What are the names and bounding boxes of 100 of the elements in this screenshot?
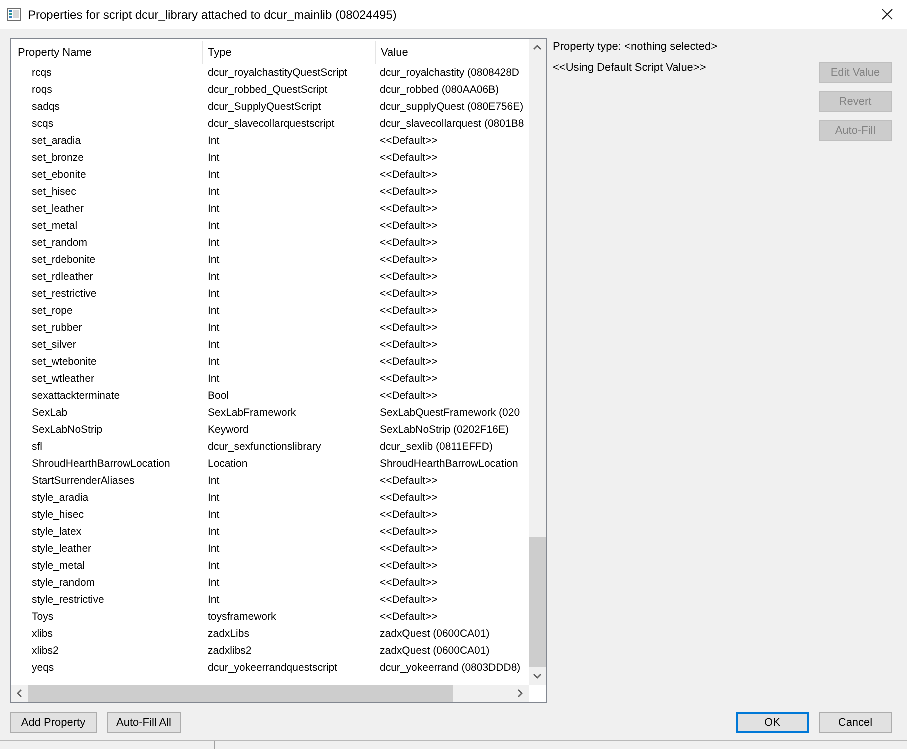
- table-cell: Int: [208, 220, 220, 232]
- table-cell: set_metal: [32, 220, 78, 232]
- table-cell: StartSurrenderAliases: [32, 475, 135, 487]
- table-cell: sadqs: [32, 101, 60, 113]
- table-cell: <<Default>>: [380, 322, 438, 334]
- table-row[interactable]: set_hisec Int <<Default>>: [11, 184, 529, 201]
- table-cell: Int: [208, 288, 220, 300]
- table-row[interactable]: set_rdleather Int <<Default>>: [11, 269, 529, 286]
- table-cell: dcur_robbed_QuestScript: [208, 84, 328, 96]
- table-row[interactable]: set_ebonite Int <<Default>>: [11, 167, 529, 184]
- scrollbar-thumb[interactable]: [28, 685, 453, 702]
- table-cell: <<Default>>: [380, 543, 438, 555]
- table-row[interactable]: sfl dcur_sexfunctionslibrary dcur_sexlib (0811EFFD): [11, 439, 529, 456]
- table-row[interactable]: set_rope Int <<Default>>: [11, 303, 529, 320]
- table-cell: <<Default>>: [380, 203, 438, 215]
- table-row[interactable]: scqs dcur_slavecollarquestscript dcur_slavecollarquest (0801B8: [11, 116, 529, 133]
- column-header[interactable]: Property Name: [11, 41, 203, 64]
- table-cell: Int: [208, 152, 220, 164]
- table-cell: scqs: [32, 118, 54, 130]
- footer-button[interactable]: Auto-Fill All: [107, 712, 181, 733]
- table-row[interactable]: style_random Int <<Default>>: [11, 575, 529, 592]
- table-cell: style_aradia: [32, 492, 89, 504]
- scrollbar-thumb[interactable]: [529, 537, 546, 667]
- table-row[interactable]: yeqs dcur_yokeerrandquestscript dcur_yokeerrand (0803DDD8): [11, 660, 529, 677]
- table-row[interactable]: set_silver Int <<Default>>: [11, 337, 529, 354]
- table-cell: ShroudHearthBarrowLocation: [32, 458, 170, 470]
- close-icon[interactable]: [882, 9, 893, 20]
- property-type-label: Property type: <nothing selected>: [553, 40, 718, 54]
- table-cell: <<Default>>: [380, 356, 438, 368]
- table-row[interactable]: set_leather Int <<Default>>: [11, 201, 529, 218]
- ok-button[interactable]: OK: [736, 712, 809, 733]
- footer-button[interactable]: Add Property: [10, 712, 97, 733]
- table-row[interactable]: set_random Int <<Default>>: [11, 235, 529, 252]
- table-row[interactable]: set_restrictive Int <<Default>>: [11, 286, 529, 303]
- table-row[interactable]: style_restrictive Int <<Default>>: [11, 592, 529, 609]
- table-cell: Int: [208, 543, 220, 555]
- table-row[interactable]: style_hisec Int <<Default>>: [11, 507, 529, 524]
- table-cell: Toys: [32, 611, 54, 623]
- table-cell: Int: [208, 271, 220, 283]
- table-cell: set_rope: [32, 305, 73, 317]
- table-row[interactable]: StartSurrenderAliases Int <<Default>>: [11, 473, 529, 490]
- table-cell: style_random: [32, 577, 96, 589]
- table-cell: Location: [208, 458, 248, 470]
- table-cell: <<Default>>: [380, 237, 438, 249]
- table-cell: Int: [208, 577, 220, 589]
- table-row[interactable]: set_rdebonite Int <<Default>>: [11, 252, 529, 269]
- table-row[interactable]: style_latex Int <<Default>>: [11, 524, 529, 541]
- table-cell: Int: [208, 492, 220, 504]
- table-row[interactable]: SexLab SexLabFramework SexLabQuestFramework (020: [11, 405, 529, 422]
- table-row[interactable]: sadqs dcur_SupplyQuestScript dcur_supplyQuest (080E756E): [11, 99, 529, 116]
- scrollbar-track[interactable]: [11, 685, 529, 702]
- table-row[interactable]: SexLabNoStrip Keyword SexLabNoStrip (0202F16E): [11, 422, 529, 439]
- table-cell: set_bronze: [32, 152, 84, 164]
- table-row[interactable]: style_leather Int <<Default>>: [11, 541, 529, 558]
- table-cell: dcur_yokeerrand (0803DDD8): [380, 662, 521, 674]
- table-cell: zadxQuest (0600CA01): [380, 645, 490, 657]
- table-row[interactable]: set_wtebonite Int <<Default>>: [11, 354, 529, 371]
- table-cell: Int: [208, 254, 220, 266]
- table-cell: SexLabNoStrip: [32, 424, 103, 436]
- table-row[interactable]: roqs dcur_robbed_QuestScript dcur_robbed (080AA06B): [11, 82, 529, 99]
- cancel-button[interactable]: Cancel: [819, 712, 892, 733]
- table-cell: set_wtleather: [32, 373, 94, 385]
- table-cell: dcur_sexfunctionslibrary: [208, 441, 322, 453]
- table-row[interactable]: set_aradia Int <<Default>>: [11, 133, 529, 150]
- table-row[interactable]: ShroudHearthBarrowLocation Location ShroudHearthBarrowLocation: [11, 456, 529, 473]
- table-row[interactable]: style_aradia Int <<Default>>: [11, 490, 529, 507]
- table-row[interactable]: set_bronze Int <<Default>>: [11, 150, 529, 167]
- table-cell: <<Default>>: [380, 577, 438, 589]
- chevron-left-icon[interactable]: [15, 689, 24, 698]
- table-cell: SexLabQuestFramework (020: [380, 407, 520, 419]
- table-row[interactable]: set_rubber Int <<Default>>: [11, 320, 529, 337]
- table-cell: dcur_supplyQuest (080E756E): [380, 101, 524, 113]
- scrollbar-track[interactable]: [529, 39, 546, 685]
- table-row[interactable]: set_metal Int <<Default>>: [11, 218, 529, 235]
- table-cell: Int: [208, 135, 220, 147]
- table-cell: Int: [208, 186, 220, 198]
- table-cell: <<Default>>: [380, 254, 438, 266]
- table-cell: Int: [208, 475, 220, 487]
- table-row[interactable]: rcqs dcur_royalchastityQuestScript dcur_royalchastity (0808428D: [11, 65, 529, 82]
- table-cell: Int: [208, 322, 220, 334]
- table-row[interactable]: Toys toysframework <<Default>>: [11, 609, 529, 626]
- table-row[interactable]: sexattackterminate Bool <<Default>>: [11, 388, 529, 405]
- chevron-right-icon[interactable]: [516, 689, 525, 698]
- table-row[interactable]: set_wtleather Int <<Default>>: [11, 371, 529, 388]
- column-header[interactable]: Value: [376, 41, 529, 64]
- table-cell: set_rubber: [32, 322, 82, 334]
- table-cell: set_restrictive: [32, 288, 97, 300]
- table-row[interactable]: style_metal Int <<Default>>: [11, 558, 529, 575]
- table-cell: rcqs: [32, 67, 52, 79]
- table-cell: zadxlibs2: [208, 645, 252, 657]
- table-cell: SexLabFramework: [208, 407, 296, 419]
- column-header[interactable]: Type: [203, 41, 376, 64]
- table-cell: style_metal: [32, 560, 86, 572]
- table-row[interactable]: xlibs zadxLibs zadxQuest (0600CA01): [11, 626, 529, 643]
- chevron-down-icon[interactable]: [533, 672, 542, 681]
- chevron-up-icon[interactable]: [533, 43, 542, 52]
- table-cell: <<Default>>: [380, 526, 438, 538]
- table-cell: Bool: [208, 390, 230, 402]
- table-cell: roqs: [32, 84, 52, 96]
- table-row[interactable]: xlibs2 zadxlibs2 zadxQuest (0600CA01): [11, 643, 529, 660]
